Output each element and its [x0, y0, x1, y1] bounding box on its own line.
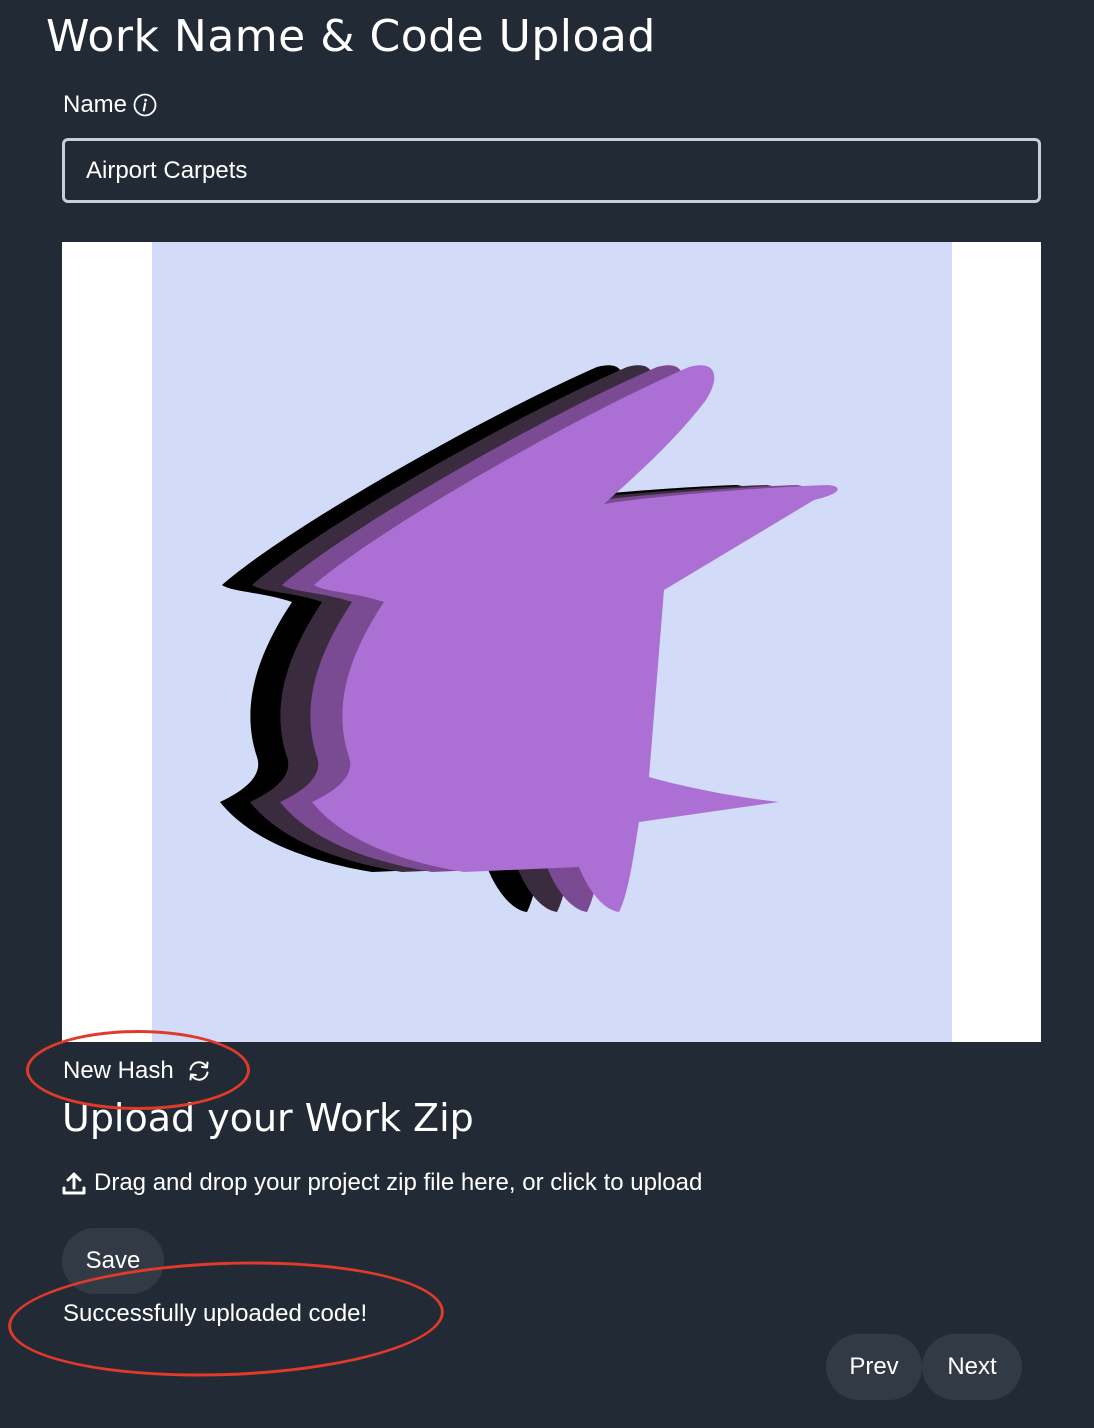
artwork-canvas	[152, 242, 952, 1042]
save-button[interactable]: Save	[62, 1228, 164, 1294]
new-hash-label: New Hash	[63, 1057, 174, 1084]
new-hash-button[interactable]: New Hash	[63, 1056, 212, 1086]
info-icon[interactable]	[133, 93, 157, 117]
upload-status-message: Successfully uploaded code!	[63, 1300, 368, 1327]
upload-section-title: Upload your Work Zip	[62, 1096, 474, 1140]
artwork-preview	[62, 242, 1041, 1042]
upload-icon	[60, 1169, 88, 1197]
next-button[interactable]: Next	[922, 1334, 1022, 1400]
name-label-text: Name	[63, 91, 128, 118]
refresh-icon	[186, 1058, 212, 1084]
prev-button[interactable]: Prev	[826, 1334, 922, 1400]
name-field-label: Name	[63, 90, 157, 120]
dropzone-text: Drag and drop your project zip file here…	[94, 1169, 703, 1196]
name-input[interactable]	[62, 138, 1041, 203]
page-title: Work Name & Code Upload	[46, 11, 656, 62]
zip-dropzone[interactable]: Drag and drop your project zip file here…	[60, 1166, 702, 1200]
